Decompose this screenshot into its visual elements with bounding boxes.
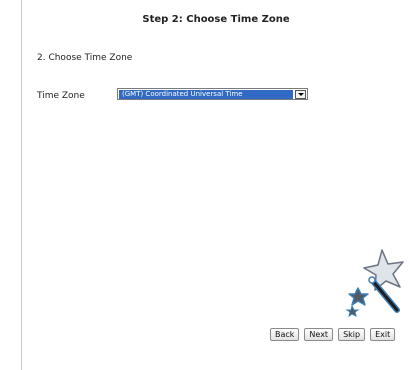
exit-button[interactable]: Exit: [370, 328, 396, 341]
time-zone-selected-value: (GMT) Coordinated Universal Time: [119, 90, 293, 99]
next-button[interactable]: Next: [304, 328, 334, 341]
back-button[interactable]: Back: [270, 328, 300, 341]
time-zone-select[interactable]: (GMT) Coordinated Universal Time: [117, 88, 308, 100]
wizard-navigation: Back Next Skip Exit: [270, 328, 396, 341]
magic-wand-icon: [345, 249, 404, 318]
page-title: Step 2: Choose Time Zone: [142, 14, 290, 25]
skip-button[interactable]: Skip: [338, 328, 366, 341]
wizard-panel: Step 2: Choose Time Zone 2. Choose Time …: [21, 0, 410, 370]
time-zone-label: Time Zone: [37, 91, 85, 101]
section-heading: 2. Choose Time Zone: [37, 53, 133, 63]
chevron-down-icon[interactable]: [295, 90, 306, 99]
